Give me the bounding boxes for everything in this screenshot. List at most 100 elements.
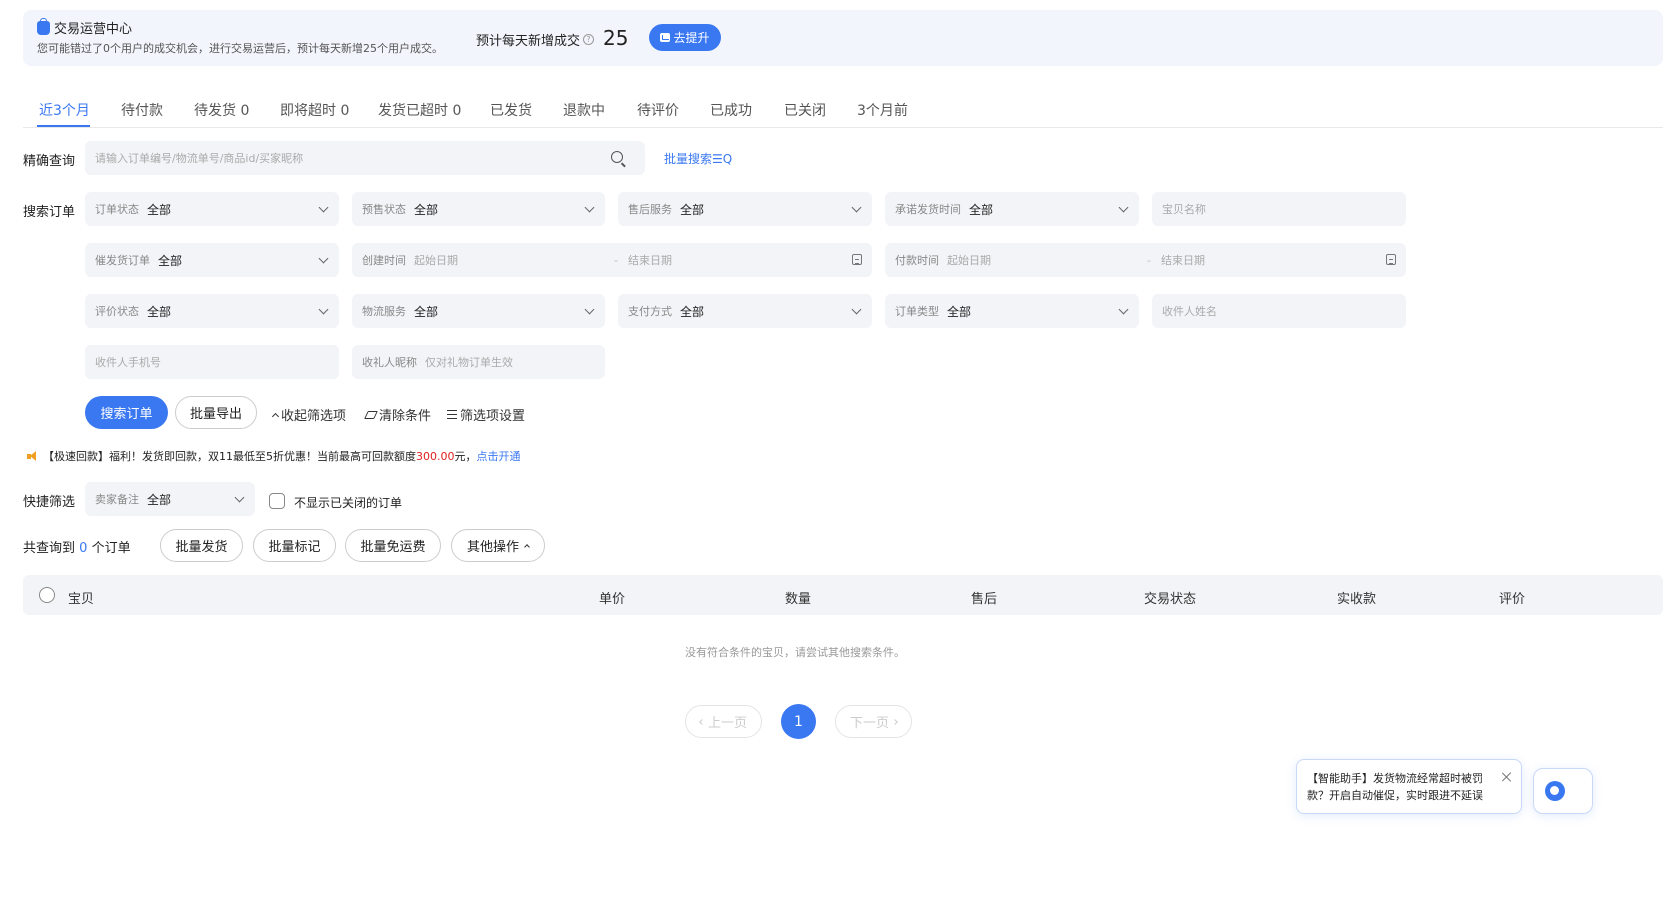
after-sale-select[interactable]: 售后服务 全部 — [618, 192, 872, 226]
batch-ship-button[interactable]: 批量发货 — [160, 529, 243, 562]
chevron-right-icon — [892, 718, 898, 725]
batch-free-shipping-button[interactable]: 批量免运费 — [345, 529, 441, 562]
batch-export-button[interactable]: 批量导出 — [175, 396, 257, 429]
notice-amount: 300.00 — [416, 449, 455, 463]
chevron-down-icon — [1118, 202, 1129, 213]
seller-note-select[interactable]: 卖家备注 全部 — [85, 482, 255, 516]
tab-pending-payment[interactable]: 待付款 — [121, 100, 163, 120]
review-status-select[interactable]: 评价状态 全部 — [85, 294, 339, 328]
column-quantity: 数量 — [785, 592, 812, 607]
banner-title-text: 交易运营中心 — [54, 22, 133, 37]
receiver-name-field[interactable]: 收件人姓名 — [1152, 294, 1406, 328]
other-operations-button[interactable]: 其他操作 — [451, 529, 545, 562]
next-page-label: 下一页 — [849, 716, 889, 731]
promise-ship-time-select[interactable]: 承诺发货时间 全部 — [885, 192, 1139, 226]
review-status-value: 全部 — [147, 304, 172, 319]
pay-method-select[interactable]: 支付方式 全部 — [618, 294, 872, 328]
search-orders-button[interactable]: 搜索订单 — [85, 396, 168, 429]
calendar-icon[interactable] — [1386, 254, 1396, 265]
prev-page-label: 上一页 — [707, 716, 747, 731]
create-time-end[interactable]: 结束日期 — [628, 252, 672, 268]
range-separator: - — [1147, 253, 1151, 267]
chevron-up-icon — [524, 544, 530, 550]
gift-receiver-nick-placeholder: 仅对礼物订单生效 — [425, 356, 513, 369]
next-page-button[interactable]: 下一页 — [835, 705, 912, 738]
column-review: 评价 — [1499, 592, 1526, 607]
select-all-checkbox[interactable] — [39, 587, 55, 603]
chevron-up-icon — [271, 412, 280, 420]
tab-recent-3-months[interactable]: 近3个月 — [39, 100, 90, 120]
collapse-filters-button[interactable]: 收起筛选项 — [271, 405, 346, 424]
hide-closed-checkbox[interactable] — [269, 493, 285, 509]
notice-suffix: 元， — [454, 450, 477, 463]
receiver-name-placeholder: 收件人姓名 — [1162, 305, 1217, 318]
smart-assistant-popup[interactable]: 【智能助手】发货物流经常超时被罚款？开启自动催促，实时跟进不延误 — [1296, 759, 1522, 814]
pay-method-value: 全部 — [680, 304, 705, 319]
other-operations-label: 其他操作 — [466, 540, 519, 555]
chevron-down-icon — [234, 492, 245, 503]
item-name-field[interactable]: 宝贝名称 — [1152, 192, 1406, 226]
tab-refunding[interactable]: 退款中 — [563, 100, 605, 120]
page-1-button[interactable]: 1 — [781, 704, 816, 739]
batch-mark-button[interactable]: 批量标记 — [253, 529, 336, 562]
column-received-amount: 实收款 — [1337, 592, 1377, 607]
order-status-value: 全部 — [147, 202, 172, 217]
banner-description: 您可能错过了0个用户的成交机会，进行交易运营后，预计每天新增25个用户成交。 — [37, 42, 443, 55]
range-separator: - — [614, 253, 618, 267]
clear-conditions-button[interactable]: 清除条件 — [364, 405, 431, 424]
urge-ship-value: 全部 — [158, 253, 183, 268]
close-icon[interactable] — [1501, 771, 1513, 783]
after-sale-value: 全部 — [680, 202, 705, 217]
batch-search-link[interactable]: 批量搜索☰Q — [664, 150, 732, 167]
precise-search-input[interactable] — [85, 141, 645, 175]
tab-shipped[interactable]: 已发货 — [490, 100, 532, 120]
pay-time-start[interactable]: 起始日期 — [947, 252, 1137, 268]
chevron-down-icon — [318, 253, 329, 264]
filter-settings-button[interactable]: 筛选项设置 — [447, 405, 525, 424]
tab-succeeded[interactable]: 已成功 — [710, 100, 752, 120]
column-unit-price: 单价 — [599, 592, 626, 607]
order-type-label: 订单类型 — [895, 305, 939, 318]
gift-receiver-nick-label: 收礼人昵称 — [362, 356, 417, 369]
review-status-label: 评价状态 — [95, 305, 139, 318]
order-status-select[interactable]: 订单状态 全部 — [85, 192, 339, 226]
notice-text: 【极速回款】福利！发货即回款，双11最低至5折优惠！当前最高可回款额度 — [43, 450, 416, 463]
gift-receiver-nick-field[interactable]: 收礼人昵称 仅对礼物订单生效 — [352, 345, 605, 379]
pay-time-range[interactable]: 付款时间 起始日期 - 结束日期 — [885, 243, 1406, 277]
tab-3-months-ago[interactable]: 3个月前 — [857, 100, 908, 120]
help-icon[interactable]: ? — [583, 34, 595, 45]
tab-pending-shipment[interactable]: 待发货 0 — [194, 100, 249, 120]
presale-status-select[interactable]: 预售状态 全部 — [352, 192, 605, 226]
calendar-icon[interactable] — [852, 254, 862, 265]
assistant-logo-icon[interactable] — [1545, 781, 1565, 801]
tab-closed[interactable]: 已关闭 — [784, 100, 826, 120]
banner-title: 交易运营中心 — [37, 17, 133, 37]
precise-search-label: 精确查询 — [23, 154, 76, 169]
money-bag-icon — [37, 17, 50, 35]
create-time-start[interactable]: 起始日期 — [414, 252, 604, 268]
prev-page-button[interactable]: 上一页 — [685, 705, 762, 738]
search-icon[interactable] — [611, 151, 623, 163]
filter-settings-label: 筛选项设置 — [460, 409, 526, 424]
promote-button-label: 去提升 — [673, 31, 710, 45]
receiver-phone-field[interactable]: 收件人手机号 — [85, 345, 339, 379]
pay-method-label: 支付方式 — [628, 305, 672, 318]
order-type-select[interactable]: 订单类型 全部 — [885, 294, 1139, 328]
notice-open-link[interactable]: 点击开通 — [477, 448, 521, 464]
predict-value: 25 — [603, 26, 629, 50]
eraser-icon — [364, 410, 378, 419]
create-time-range[interactable]: 创建时间 起始日期 - 结束日期 — [352, 243, 872, 277]
urge-ship-select[interactable]: 催发货订单 全部 — [85, 243, 339, 277]
order-tabs: 近3个月 待付款 待发货 0 即将超时 0 发货已超时 0 已发货 退款中 待评… — [23, 90, 1663, 128]
tab-ship-timeout[interactable]: 发货已超时 0 — [378, 100, 461, 120]
promote-button[interactable]: 去提升 — [649, 24, 721, 51]
urge-ship-label: 催发货订单 — [95, 254, 150, 267]
pay-time-end[interactable]: 结束日期 — [1161, 252, 1205, 268]
list-icon — [447, 410, 457, 419]
create-time-label: 创建时间 — [362, 254, 406, 267]
chevron-down-icon — [584, 202, 595, 213]
tab-pending-review[interactable]: 待评价 — [637, 100, 679, 120]
promise-ship-time-label: 承诺发货时间 — [895, 203, 961, 216]
tab-about-to-timeout[interactable]: 即将超时 0 — [280, 100, 349, 120]
logistics-service-select[interactable]: 物流服务 全部 — [352, 294, 605, 328]
